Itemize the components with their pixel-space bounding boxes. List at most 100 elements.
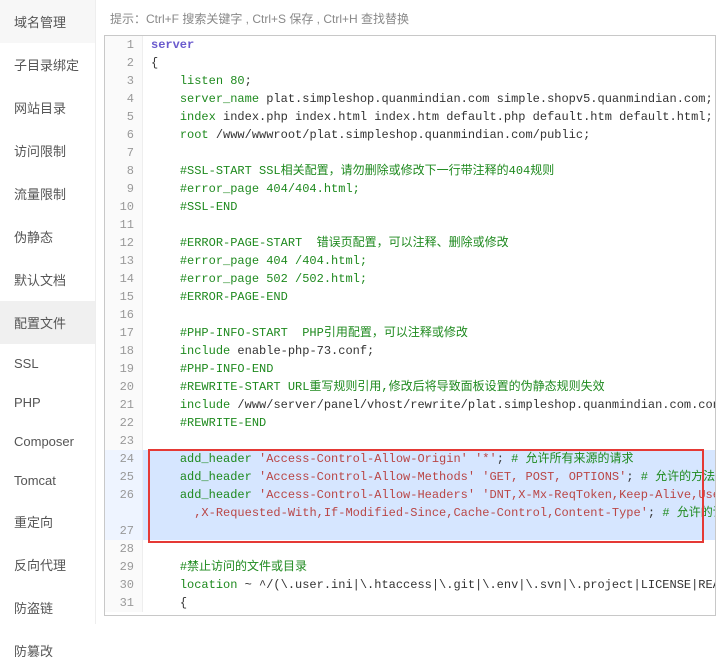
line-number: 22 bbox=[105, 414, 143, 432]
line-number: 24 bbox=[105, 450, 143, 468]
code-line[interactable]: 16 bbox=[105, 306, 715, 324]
line-content[interactable]: #ERROR-PAGE-END bbox=[143, 288, 715, 306]
sidebar-item-0[interactable]: 域名管理 bbox=[0, 0, 95, 43]
sidebar-item-10[interactable]: Composer bbox=[0, 422, 95, 461]
code-line[interactable]: 24 add_header 'Access-Control-Allow-Orig… bbox=[105, 450, 715, 468]
sidebar-item-1[interactable]: 子目录绑定 bbox=[0, 43, 95, 86]
code-line[interactable]: 21 include /www/server/panel/vhost/rewri… bbox=[105, 396, 715, 414]
line-content[interactable] bbox=[143, 522, 715, 540]
line-content[interactable]: #PHP-INFO-END bbox=[143, 360, 715, 378]
line-content[interactable]: #ERROR-PAGE-START 错误页配置，可以注释、删除或修改 bbox=[143, 234, 715, 252]
line-content[interactable]: #禁止访问的文件或目录 bbox=[143, 558, 715, 576]
code-line[interactable]: 14 #error_page 502 /502.html; bbox=[105, 270, 715, 288]
line-content[interactable]: index index.php index.html index.htm def… bbox=[143, 108, 715, 126]
code-line[interactable]: 2{ bbox=[105, 54, 715, 72]
sidebar-item-8[interactable]: SSL bbox=[0, 344, 95, 383]
sidebar-item-15[interactable]: 防篡改 bbox=[0, 629, 95, 672]
sidebar-item-13[interactable]: 反向代理 bbox=[0, 543, 95, 586]
code-line[interactable]: 3 listen 80; bbox=[105, 72, 715, 90]
sidebar-item-5[interactable]: 伪静态 bbox=[0, 215, 95, 258]
line-number: 6 bbox=[105, 126, 143, 144]
sidebar-item-12[interactable]: 重定向 bbox=[0, 500, 95, 543]
line-content[interactable]: include enable-php-73.conf; bbox=[143, 342, 715, 360]
code-line[interactable]: 23 bbox=[105, 432, 715, 450]
code-line[interactable]: 20 #REWRITE-START URL重写规则引用,修改后将导致面板设置的伪… bbox=[105, 378, 715, 396]
code-line[interactable]: 9 #error_page 404/404.html; bbox=[105, 180, 715, 198]
code-line[interactable]: 17 #PHP-INFO-START PHP引用配置，可以注释或修改 bbox=[105, 324, 715, 342]
code-line[interactable]: 10 #SSL-END bbox=[105, 198, 715, 216]
line-number: 13 bbox=[105, 252, 143, 270]
main-pane: 提示：Ctrl+F 搜索关键字 , Ctrl+S 保存 , Ctrl+H 查找替… bbox=[96, 0, 724, 624]
line-content[interactable]: #error_page 502 /502.html; bbox=[143, 270, 715, 288]
line-content[interactable]: #REWRITE-START URL重写规则引用,修改后将导致面板设置的伪静态规… bbox=[143, 378, 715, 396]
code-line[interactable]: 28 bbox=[105, 540, 715, 558]
code-line[interactable]: 1server bbox=[105, 36, 715, 54]
line-content[interactable]: include /www/server/panel/vhost/rewrite/… bbox=[143, 396, 716, 414]
code-line[interactable]: 30 location ~ ^/(\.user.ini|\.htaccess|\… bbox=[105, 576, 715, 594]
editor-container[interactable]: 1server2{3 listen 80;4 server_name plat.… bbox=[104, 35, 716, 616]
line-content[interactable]: { bbox=[143, 594, 715, 612]
line-content[interactable]: #REWRITE-END bbox=[143, 414, 715, 432]
line-content[interactable]: #PHP-INFO-START PHP引用配置，可以注释或修改 bbox=[143, 324, 715, 342]
code-line[interactable]: 8 #SSL-START SSL相关配置，请勿删除或修改下一行带注释的404规则 bbox=[105, 162, 715, 180]
line-content[interactable]: { bbox=[143, 54, 715, 72]
sidebar-item-2[interactable]: 网站目录 bbox=[0, 86, 95, 129]
sidebar-item-6[interactable]: 默认文档 bbox=[0, 258, 95, 301]
line-content[interactable]: server bbox=[143, 36, 715, 54]
code-line[interactable]: 4 server_name plat.simpleshop.quanmindia… bbox=[105, 90, 715, 108]
line-content[interactable]: add_header 'Access-Control-Allow-Methods… bbox=[143, 468, 715, 486]
line-number: 8 bbox=[105, 162, 143, 180]
code-line[interactable]: 13 #error_page 404 /404.html; bbox=[105, 252, 715, 270]
code-line[interactable]: 18 include enable-php-73.conf; bbox=[105, 342, 715, 360]
line-number: 21 bbox=[105, 396, 143, 414]
line-content[interactable]: add_header 'Access-Control-Allow-Headers… bbox=[143, 486, 716, 504]
line-content[interactable] bbox=[143, 432, 715, 450]
line-content[interactable]: listen 80; bbox=[143, 72, 715, 90]
line-number: 17 bbox=[105, 324, 143, 342]
code-line[interactable]: 11 bbox=[105, 216, 715, 234]
line-content[interactable]: #SSL-START SSL相关配置，请勿删除或修改下一行带注释的404规则 bbox=[143, 162, 715, 180]
code-line[interactable]: 27 bbox=[105, 522, 715, 540]
code-line[interactable]: 25 add_header 'Access-Control-Allow-Meth… bbox=[105, 468, 715, 486]
line-content[interactable] bbox=[143, 540, 715, 558]
code-line[interactable]: 19 #PHP-INFO-END bbox=[105, 360, 715, 378]
line-content[interactable]: #SSL-END bbox=[143, 198, 715, 216]
line-number: 19 bbox=[105, 360, 143, 378]
sidebar-item-7[interactable]: 配置文件 bbox=[0, 301, 95, 344]
code-line[interactable]: ,X-Requested-With,If-Modified-Since,Cach… bbox=[105, 504, 715, 522]
sidebar-item-14[interactable]: 防盗链 bbox=[0, 586, 95, 629]
line-content[interactable] bbox=[143, 144, 715, 162]
code-line[interactable]: 7 bbox=[105, 144, 715, 162]
sidebar-item-4[interactable]: 流量限制 bbox=[0, 172, 95, 215]
line-content[interactable]: ,X-Requested-With,If-Modified-Since,Cach… bbox=[143, 504, 716, 522]
code-line[interactable]: 22 #REWRITE-END bbox=[105, 414, 715, 432]
sidebar-item-11[interactable]: Tomcat bbox=[0, 461, 95, 500]
line-content[interactable] bbox=[143, 306, 715, 324]
sidebar-item-label: 防盗链 bbox=[14, 598, 53, 617]
line-content[interactable] bbox=[143, 216, 715, 234]
line-content[interactable]: #error_page 404 /404.html; bbox=[143, 252, 715, 270]
line-number: 3 bbox=[105, 72, 143, 90]
sidebar-item-label: SSL bbox=[14, 356, 39, 371]
code-line[interactable]: 26 add_header 'Access-Control-Allow-Head… bbox=[105, 486, 715, 504]
code-line[interactable]: 31 { bbox=[105, 594, 715, 612]
line-content[interactable]: location ~ ^/(\.user.ini|\.htaccess|\.gi… bbox=[143, 576, 716, 594]
line-number: 31 bbox=[105, 594, 143, 612]
line-content[interactable]: root /www/wwwroot/plat.simpleshop.quanmi… bbox=[143, 126, 715, 144]
sidebar-item-9[interactable]: PHP bbox=[0, 383, 95, 422]
line-number: 15 bbox=[105, 288, 143, 306]
code-line[interactable]: 12 #ERROR-PAGE-START 错误页配置，可以注释、删除或修改 bbox=[105, 234, 715, 252]
line-content[interactable]: #error_page 404/404.html; bbox=[143, 180, 715, 198]
code-editor[interactable]: 1server2{3 listen 80;4 server_name plat.… bbox=[105, 36, 715, 612]
line-content[interactable]: server_name plat.simpleshop.quanmindian.… bbox=[143, 90, 715, 108]
sidebar-item-3[interactable]: 访问限制 bbox=[0, 129, 95, 172]
line-number: 25 bbox=[105, 468, 143, 486]
code-line[interactable]: 29 #禁止访问的文件或目录 bbox=[105, 558, 715, 576]
sidebar-item-label: 重定向 bbox=[14, 512, 53, 531]
code-line[interactable]: 5 index index.php index.html index.htm d… bbox=[105, 108, 715, 126]
sidebar-item-label: 伪静态 bbox=[14, 227, 53, 246]
line-content[interactable]: add_header 'Access-Control-Allow-Origin'… bbox=[143, 450, 715, 468]
code-line[interactable]: 15 #ERROR-PAGE-END bbox=[105, 288, 715, 306]
code-line[interactable]: 6 root /www/wwwroot/plat.simpleshop.quan… bbox=[105, 126, 715, 144]
sidebar-item-label: 防篡改 bbox=[14, 641, 53, 660]
